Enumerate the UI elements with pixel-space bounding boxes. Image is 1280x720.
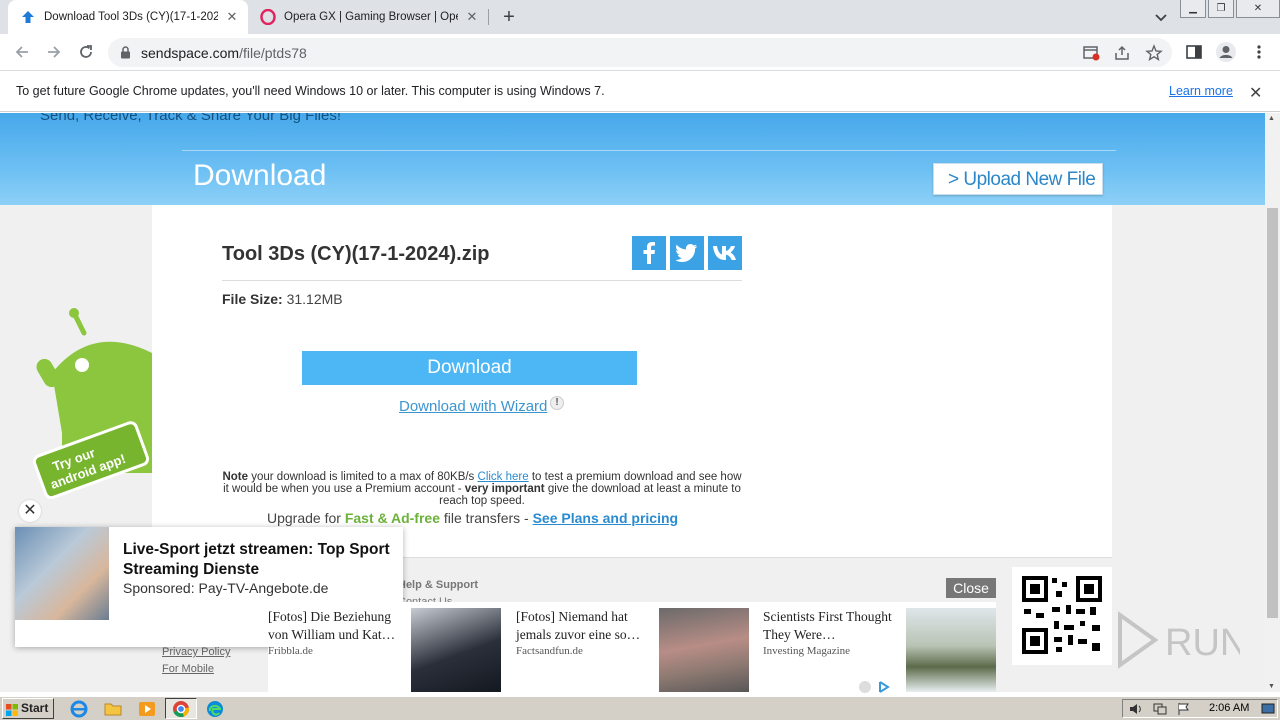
scroll-up-icon[interactable]: ▲ [1268,115,1275,122]
browser-toolbar: sendspace.com/file/ptds78 [0,34,1280,71]
page-scrollbar[interactable]: ▲ ▼ [1265,113,1280,692]
profile-avatar-icon[interactable] [1215,41,1237,63]
android-app-promo[interactable]: Try our android app! [32,303,152,503]
twitter-share-icon[interactable] [670,236,704,270]
windows-taskbar: Start 2:06 AM [0,696,1280,720]
infobar-message: To get future Google Chrome updates, you… [16,84,605,98]
ad-item[interactable]: Scientists First Thought They Were… Inve… [763,602,1003,692]
scroll-thumb[interactable] [1267,208,1278,618]
file-size-value: 31.12MB [286,291,343,307]
address-bar[interactable]: sendspace.com/file/ptds78 [108,38,1172,67]
bookmark-star-icon[interactable] [1145,44,1163,62]
info-icon[interactable]: ! [550,396,564,410]
share-icon[interactable] [1113,44,1131,62]
tab-close-icon[interactable]: ✕ [464,9,480,25]
hero-banner: Send, Receive, Track & Share Your Big Fi… [0,113,1265,205]
footer-help-heading: Help & Support [398,579,479,591]
window-controls: ▁ ❐ ✕ [1178,0,1280,20]
tab-title: Download Tool 3Ds (CY)(17-1-2024).zip [44,11,218,23]
download-button[interactable]: Download [302,351,637,385]
side-panel-icon[interactable] [1185,43,1203,61]
tab-title: Opera GX | Gaming Browser | Opera [284,11,458,23]
lock-icon[interactable] [120,46,131,64]
download-with-wizard-link[interactable]: Download with Wizard [399,398,547,415]
ad-item[interactable]: [Fotos] Die Beziehung von William und Ka… [268,602,508,692]
adchoices-icon[interactable] [858,680,892,697]
popup-ad-image [15,527,109,620]
popup-ad-close-icon[interactable]: ✕ [19,500,41,522]
popup-ad-title: Live-Sport jetzt streamen: Top Sport Str… [123,541,390,578]
edge-icon[interactable] [206,700,224,718]
facebook-share-icon[interactable] [632,236,666,270]
media-player-icon[interactable] [138,700,156,718]
tab-opera[interactable]: Opera GX | Gaming Browser | Opera ✕ [250,0,488,34]
ad-item-image [411,608,501,692]
tab-download[interactable]: Download Tool 3Ds (CY)(17-1-2024).zip ✕ [8,0,248,34]
window-close-icon[interactable]: ✕ [1236,0,1280,18]
hero-divider [182,150,1116,151]
network-icon[interactable] [1153,702,1167,720]
minimize-icon[interactable]: ▁ [1180,0,1206,18]
tab-search-chevron-icon[interactable] [1152,8,1170,26]
windows-flag-icon [6,703,18,716]
speed-limit-note: Note your download is limited to a max o… [222,471,742,507]
action-center-flag-icon[interactable] [1177,702,1191,720]
popup-ad-sponsor: Sponsored: Pay-TV-Angebote.de [123,580,329,596]
site-tagline: Send, Receive, Track & Share Your Big Fi… [40,113,341,124]
restore-icon[interactable]: ❐ [1208,0,1234,18]
update-infobar: To get future Google Chrome updates, you… [0,71,1280,112]
anyrun-watermark-logo: RUN [1110,610,1247,670]
page-title: Download [193,159,327,192]
ad-strip: [Fotos] Die Beziehung von William und Ka… [268,602,996,692]
footer-privacy-link[interactable]: Privacy Policy [162,646,230,658]
upload-new-file-button[interactable]: > Upload New File [933,163,1103,195]
tab-close-icon[interactable]: ✕ [224,9,240,25]
scroll-down-icon[interactable]: ▼ [1268,683,1275,690]
clock[interactable]: 2:06 AM [1209,702,1249,714]
ad-item[interactable]: [Fotos] Niemand hat jemals zuvor eine so… [516,602,756,692]
download-card: Tool 3Ds (CY)(17-1-2024).zip File Size: … [152,205,1112,557]
system-tray: 2:06 AM [1122,699,1278,718]
tab-separator [488,9,489,25]
file-name: Tool 3Ds (CY)(17-1-2024).zip [222,243,490,265]
internet-explorer-icon[interactable] [70,700,88,718]
opera-favicon-icon [260,9,276,25]
premium-click-here-link[interactable]: Click here [478,471,529,483]
file-explorer-icon[interactable] [104,700,122,718]
ad-item-image [906,608,996,692]
qr-code [1012,567,1112,665]
chrome-taskbar-button[interactable] [165,698,197,719]
sendspace-favicon-icon [20,9,36,25]
show-desktop-icon[interactable] [1261,702,1275,720]
menu-kebab-icon[interactable] [1250,43,1268,61]
speaker-icon[interactable] [1129,702,1143,720]
reload-icon[interactable] [76,42,96,62]
card-divider [222,280,742,281]
forward-arrow-icon[interactable] [44,42,64,62]
start-button[interactable]: Start [2,698,54,719]
vk-share-icon[interactable] [708,236,742,270]
new-tab-button[interactable]: + [498,7,520,29]
upgrade-line: Upgrade for Fast & Ad-free file transfer… [267,510,679,526]
learn-more-link[interactable]: Learn more [1169,84,1233,98]
ad-close-button[interactable]: Close [946,578,996,598]
file-size: File Size: 31.12MB [222,291,343,307]
see-plans-link[interactable]: See Plans and pricing [533,510,679,526]
blocked-popup-icon[interactable] [1082,44,1100,62]
svg-text:RUN: RUN [1165,622,1240,664]
infobar-close-icon[interactable]: ✕ [1249,83,1262,103]
back-arrow-icon[interactable] [12,42,32,62]
ad-item-image [659,608,749,692]
footer-mobile-link[interactable]: For Mobile [162,663,214,675]
tab-strip: Download Tool 3Ds (CY)(17-1-2024).zip ✕ … [0,0,1280,34]
url-text: sendspace.com/file/ptds78 [141,45,307,61]
